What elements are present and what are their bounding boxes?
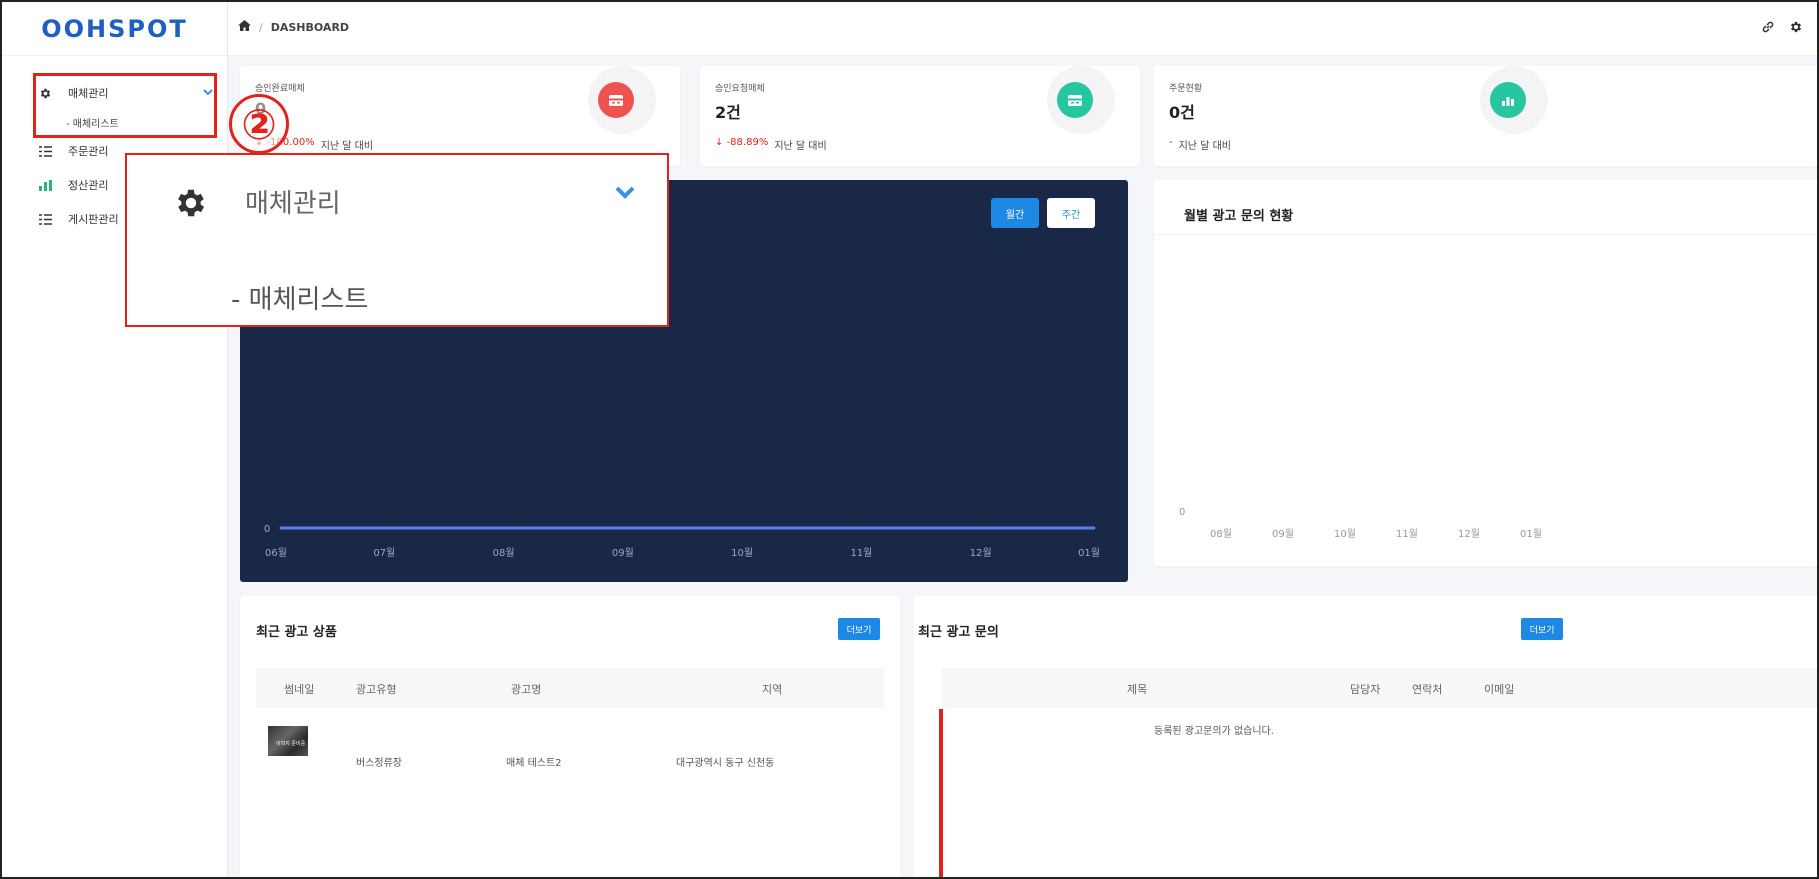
home-icon[interactable] (238, 20, 251, 34)
x-tick-label: 12월 (1458, 528, 1480, 540)
stat-title: 주문현황 (1169, 84, 1203, 94)
x-tick-label: 09월 (612, 547, 634, 559)
sidebar-item-label: 매체관리 (68, 87, 109, 100)
zoom-callout: 매체관리 - 매체리스트 (125, 153, 669, 327)
chevron-down-icon (615, 185, 635, 202)
data-point (978, 527, 980, 529)
gear-icon (38, 87, 52, 100)
section-title: 최근 광고 상품 (256, 625, 337, 640)
bar-chart-icon (1490, 82, 1526, 118)
weekly-toggle-button[interactable]: 주간 (1047, 198, 1095, 228)
thumbnail-image: 이미지 준비중 (268, 726, 308, 756)
data-point (395, 527, 397, 529)
sidebar-item-label: 정산관리 (68, 179, 109, 192)
annotation-marker (939, 709, 943, 879)
x-tick-label: 11월 (1396, 528, 1418, 540)
x-tick-label: 01월 (1078, 547, 1100, 559)
column-header: 이메일 (1484, 683, 1515, 696)
x-tick-label: 01월 (1520, 528, 1542, 540)
stat-value: 2건 (715, 103, 741, 122)
link-icon[interactable] (1761, 20, 1775, 37)
x-tick-label: 07월 (373, 547, 395, 559)
empty-message: 등록된 광고문의가 없습니다. (1154, 726, 1274, 737)
data-point (745, 527, 747, 529)
sidebar-item-media[interactable]: 매체관리 (2, 76, 227, 110)
column-header: 연락처 (1412, 683, 1443, 696)
zoom-subitem: - 매체리스트 (231, 285, 369, 315)
x-tick-label: 11월 (850, 547, 872, 559)
zoom-title: 매체관리 (245, 189, 341, 219)
stat-card-approved: 승인완료매체 0 ↓ -100.00% 지난 달 대비 (240, 66, 680, 166)
list-icon (38, 213, 52, 225)
card-icon (598, 82, 634, 118)
column-header: 제목 (1127, 683, 1148, 696)
gear-icon[interactable] (1789, 20, 1803, 37)
sidebar-item-label: 게시판관리 (68, 213, 119, 226)
gear-icon (173, 185, 209, 221)
stat-title: 승인요청매체 (715, 84, 765, 94)
column-header: 광고유형 (356, 683, 397, 696)
chevron-down-icon (203, 88, 213, 99)
monthly-inquiry-chart-card: 월별 광고 문의 현황 0 08월 09월 10월 11월 12월 01월 (1154, 180, 1819, 566)
logo[interactable]: OOHSPOT (2, 2, 227, 56)
data-point (861, 527, 863, 529)
x-tick-label: 09월 (1272, 528, 1294, 540)
more-button[interactable]: 더보기 (838, 618, 880, 640)
annotation-number: ② (229, 94, 289, 154)
stat-card-orders: 주문현황 0건 - 지난 달 대비 (1154, 66, 1819, 166)
more-button[interactable]: 더보기 (1521, 618, 1563, 640)
recent-inquiries-card: 최근 광고 문의 더보기 제목 담당자 연락처 이메일 등록된 광고문의가 없습… (914, 596, 1819, 879)
sidebar-subitem-media-list[interactable]: - 매체리스트 (2, 110, 227, 134)
data-point (279, 527, 281, 529)
column-header: 썸네일 (284, 683, 315, 696)
breadcrumb-separator: / (259, 20, 263, 34)
y-tick-label: 0 (264, 524, 270, 535)
data-point (512, 527, 514, 529)
sidebar-item-label: 주문관리 (68, 145, 109, 158)
breadcrumb: / DASHBOARD (238, 20, 349, 34)
x-tick-label: 06월 (265, 547, 287, 559)
top-bar: / DASHBOARD (228, 2, 1817, 56)
x-tick-label: 10월 (1334, 528, 1356, 540)
stat-change: - 지난 달 대비 (1169, 137, 1231, 152)
cell-type: 버스정류장 (356, 758, 402, 769)
y-tick-label: 0 (1179, 507, 1185, 518)
stat-title: 승인완료매체 (255, 84, 305, 94)
x-tick-label: 12월 (970, 547, 992, 559)
x-tick-label: 08월 (1210, 528, 1232, 540)
arrow-down-icon: ↓ (715, 137, 724, 148)
bar-chart-icon (38, 179, 52, 191)
column-header: 광고명 (511, 683, 542, 696)
x-tick-label: 10월 (731, 547, 753, 559)
section-title: 최근 광고 문의 (918, 625, 999, 640)
recent-products-card: 최근 광고 상품 더보기 썸네일 광고유형 광고명 지역 이미지 준비중 버스정… (240, 596, 900, 879)
cell-name: 매체 테스트2 (506, 758, 562, 769)
column-header: 지역 (762, 683, 783, 696)
stat-card-requested: 승인요청매체 2건 ↓ -88.89% 지난 달 대비 (700, 66, 1140, 166)
stat-change: ↓ -88.89% 지난 달 대비 (715, 137, 827, 152)
list-icon (38, 145, 52, 157)
inquiry-chart-svg: 0 08월 09월 10월 11월 12월 01월 (1179, 507, 1542, 540)
cell-region: 대구광역시 동구 신천동 (676, 758, 775, 769)
column-header: 담당자 (1350, 683, 1381, 696)
sidebar: OOHSPOT 매체관리 - 매체리스트 주문관리 정산관리 게시판관리 (2, 2, 228, 877)
monthly-toggle-button[interactable]: 월간 (991, 198, 1039, 228)
card-icon (1057, 82, 1093, 118)
breadcrumb-current: DASHBOARD (270, 20, 350, 34)
data-point (628, 527, 630, 529)
data-point (1094, 527, 1096, 529)
x-tick-label: 08월 (493, 547, 515, 559)
stat-value: 0건 (1169, 103, 1195, 122)
table-header: 제목 담당자 연락처 이메일 (942, 668, 1819, 708)
table-row[interactable]: 이미지 준비중 버스정류장 매체 테스트2 대구광역시 동구 신천동 (256, 724, 884, 769)
table-header: 썸네일 광고유형 광고명 지역 (256, 668, 884, 708)
